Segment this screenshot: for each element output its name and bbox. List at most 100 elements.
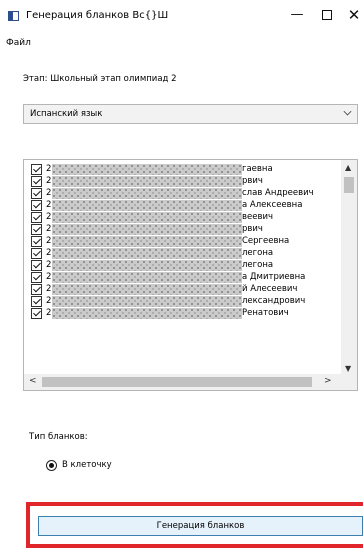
participant-name-tail: гаевна [242, 164, 273, 174]
participant-id-wrap: 2 [46, 164, 51, 175]
participant-checkbox[interactable] [31, 212, 42, 223]
participant-id-wrap: 2 [46, 212, 51, 223]
menu-bar: Файл [0, 36, 363, 52]
participant-row[interactable]: 2 а Дмитриевна [24, 272, 334, 284]
participant-row[interactable]: 2 слав Андреевич [24, 188, 334, 200]
participant-id: 2 [46, 176, 52, 186]
participant-id: 2 [46, 260, 52, 270]
participant-row[interactable]: 2 лександрович [24, 296, 334, 308]
participant-row[interactable]: 2 й Алесеевич [24, 284, 334, 296]
participant-checkbox[interactable] [31, 260, 42, 271]
participant-id: 2 [46, 188, 52, 198]
participant-row[interactable]: 2 рвич [24, 224, 334, 236]
blank-type-label: Тип бланков: [29, 432, 88, 442]
menu-file[interactable]: Файл [6, 38, 31, 48]
participant-checkbox[interactable] [31, 224, 42, 235]
participant-checkbox[interactable] [31, 308, 42, 319]
participant-id-wrap: 2 [46, 248, 51, 259]
participant-name-tail: Сергеевна [242, 236, 290, 246]
maximize-icon [322, 10, 332, 20]
participant-row[interactable]: 2 Ренатович [24, 308, 334, 320]
participant-name-tail: й Алесеевич [242, 284, 298, 294]
minimize-button[interactable]: — [282, 4, 312, 26]
participant-row[interactable]: 2 легона [24, 260, 334, 272]
participant-name-tail: легона [242, 248, 274, 258]
redaction-block [52, 308, 242, 319]
participant-checkbox[interactable] [31, 248, 42, 259]
redaction-block [52, 224, 242, 235]
participant-id: 2 [46, 296, 52, 306]
vertical-scroll-thumb[interactable] [344, 177, 354, 193]
participant-id: 2 [46, 272, 52, 282]
title-bar: Генерация бланков Вс{}Ш — ✕ [0, 0, 363, 32]
participant-checkbox[interactable] [31, 236, 42, 247]
participant-name-tail: слав Андреевич [242, 188, 314, 198]
stage-label: Этап: Школьный этап олимпиад 2 [23, 74, 177, 84]
redaction-block [52, 284, 242, 295]
participant-id-wrap: 2 [46, 272, 51, 283]
scroll-left-icon[interactable]: < [29, 376, 37, 386]
participants-list[interactable]: 2 гаевна 2 рвич 2 слав Андреевич 2 а Алексеевна… [23, 159, 358, 391]
blank-type-option-label[interactable]: В клеточку [62, 460, 112, 470]
app-icon [8, 11, 19, 21]
participant-id: 2 [46, 212, 52, 222]
blank-type-radio[interactable] [46, 460, 57, 471]
participant-id-wrap: 2 [46, 188, 51, 199]
subject-select-value: Испанский язык [30, 109, 103, 119]
participant-id: 2 [46, 164, 52, 174]
redaction-block [52, 200, 242, 211]
participant-checkbox[interactable] [31, 272, 42, 283]
participant-id: 2 [46, 236, 52, 246]
participant-checkbox[interactable] [31, 200, 42, 211]
participant-row[interactable]: 2 рвич [24, 176, 334, 188]
close-button[interactable]: ✕ [339, 4, 363, 26]
participant-row[interactable]: 2 веевич [24, 212, 334, 224]
participant-row[interactable]: 2 Сергеевна [24, 236, 334, 248]
participant-checkbox[interactable] [31, 296, 42, 307]
generate-blanks-button[interactable]: Генерация бланков [38, 516, 363, 536]
maximize-button[interactable] [312, 4, 342, 26]
redaction-block [52, 188, 242, 199]
participants-rows: 2 гаевна 2 рвич 2 слав Андреевич 2 а Алексеевна… [24, 164, 334, 320]
participant-checkbox[interactable] [31, 188, 42, 199]
participant-id-wrap: 2 [46, 200, 51, 211]
participant-id-wrap: 2 [46, 236, 51, 247]
participant-name-tail: веевич [242, 212, 274, 222]
redaction-block [52, 272, 242, 283]
redaction-block [52, 296, 242, 307]
participant-row[interactable]: 2 гаевна [24, 164, 334, 176]
participant-id-wrap: 2 [46, 284, 51, 295]
participant-id: 2 [46, 308, 52, 318]
participant-checkbox[interactable] [31, 176, 42, 187]
redaction-block [52, 212, 242, 223]
participant-id: 2 [46, 224, 52, 234]
chevron-down-icon [343, 107, 352, 116]
participant-row[interactable]: 2 легона [24, 248, 334, 260]
participant-id: 2 [46, 284, 52, 294]
horizontal-scrollbar[interactable]: < > [24, 374, 357, 390]
participant-row[interactable]: 2 а Алексеевна [24, 200, 334, 212]
participant-id-wrap: 2 [46, 260, 51, 271]
redaction-block [52, 260, 242, 271]
participant-name-tail: а Дмитриевна [242, 272, 306, 282]
participant-name-tail: легона [242, 260, 274, 270]
vertical-scrollbar[interactable]: ▲ ▼ [341, 160, 357, 375]
participant-id-wrap: 2 [46, 224, 51, 235]
participant-name-tail: лександрович [242, 296, 306, 306]
participant-id: 2 [46, 200, 52, 210]
redaction-block [52, 176, 242, 187]
redaction-block [52, 236, 242, 247]
participant-id-wrap: 2 [46, 296, 51, 307]
participant-checkbox[interactable] [31, 284, 42, 295]
participant-id: 2 [46, 248, 52, 258]
window-title: Генерация бланков Вс{}Ш [26, 10, 169, 21]
participant-id-wrap: 2 [46, 308, 51, 319]
subject-select[interactable]: Испанский язык [23, 104, 358, 124]
scroll-down-icon[interactable]: ▼ [345, 364, 351, 373]
scroll-up-icon[interactable]: ▲ [345, 163, 351, 172]
participant-name-tail: рвич [242, 176, 263, 186]
participant-name-tail: Ренатович [242, 308, 289, 318]
scroll-right-icon[interactable]: > [324, 376, 332, 386]
horizontal-scroll-thumb[interactable] [42, 377, 312, 387]
participant-checkbox[interactable] [31, 164, 42, 175]
